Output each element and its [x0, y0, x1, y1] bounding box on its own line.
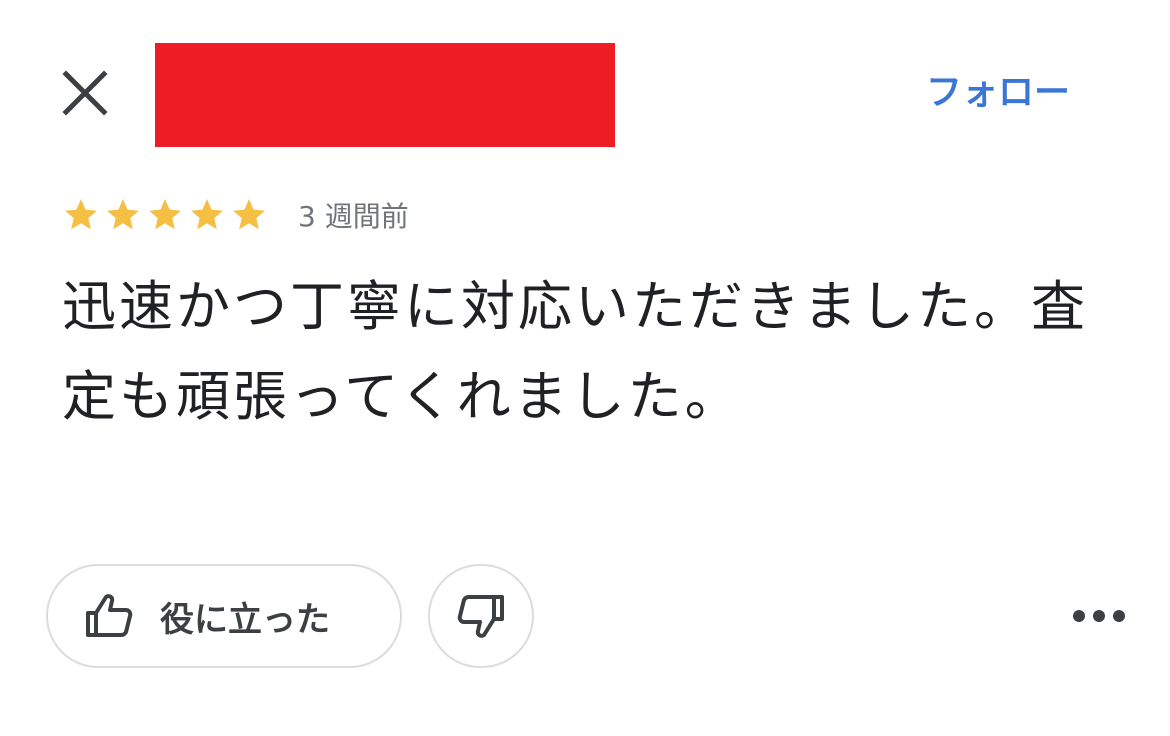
star-icon [233, 199, 265, 230]
helpful-button[interactable]: 役に立った [46, 564, 402, 668]
star-icon [107, 199, 139, 230]
close-icon [62, 70, 108, 116]
redacted-reviewer-name [155, 43, 615, 147]
thumb-up-icon [86, 594, 133, 637]
review-text: 迅速かつ丁寧に対応いただきました。査定も頑張ってくれました。 [62, 275, 1088, 428]
helpful-label: 役に立った [160, 599, 330, 640]
star-icon [65, 199, 97, 230]
thumb-down-icon [457, 595, 504, 638]
star-icon [149, 199, 181, 230]
review-dialog: フォロー 3 週間前 迅速かつ丁寧に対応いただきました。査定も頑張ってくれました… [0, 0, 1170, 736]
close-button[interactable] [60, 68, 110, 118]
not-helpful-button[interactable] [428, 564, 534, 668]
review-timestamp: 3 週間前 [298, 200, 409, 233]
more-horizontal-icon [1073, 610, 1125, 622]
rating-row: 3 週間前 [62, 192, 409, 238]
star-icon [191, 199, 223, 230]
follow-button[interactable]: フォロー [926, 70, 1070, 116]
more-options-button[interactable] [1064, 596, 1134, 636]
star-rating [62, 196, 272, 234]
